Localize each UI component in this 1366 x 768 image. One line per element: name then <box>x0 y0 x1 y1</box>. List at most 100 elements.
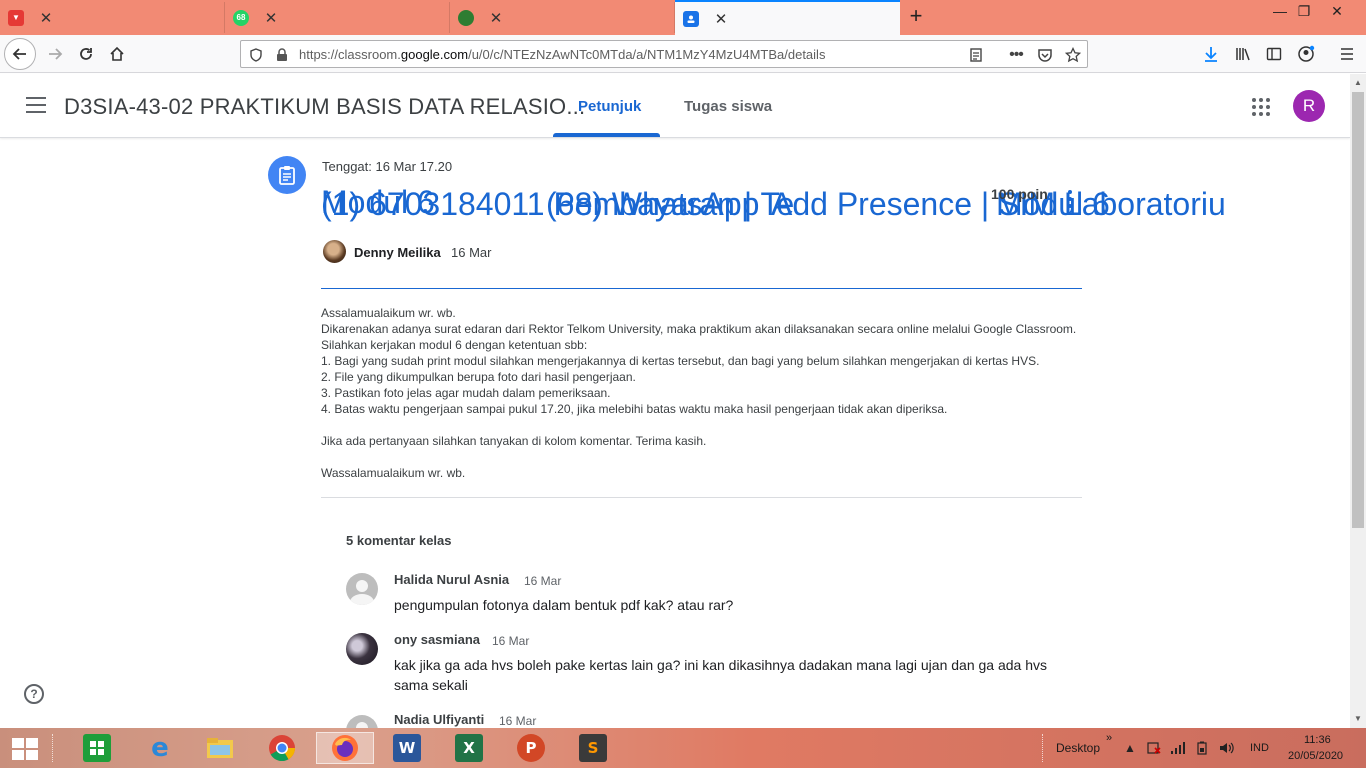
sublime-text-icon: S <box>579 734 607 762</box>
more-options-icon[interactable] <box>1064 190 1076 208</box>
restore-button[interactable]: ❐ <box>1289 0 1319 30</box>
library-icon <box>1236 48 1250 61</box>
title-divider <box>321 288 1082 289</box>
action-center-icon[interactable] <box>1146 741 1162 755</box>
word-button[interactable]: W <box>387 732 427 764</box>
class-name[interactable]: D3SIA-43-02 PRAKTIKUM BASIS DATA RELASIO… <box>64 94 585 120</box>
tab-petunjuk[interactable]: Petunjuk <box>578 98 641 115</box>
chrome-button[interactable] <box>262 732 302 764</box>
sidebar-icon <box>1266 47 1282 61</box>
clock-date[interactable]: 20/05/2020 <box>1288 750 1343 762</box>
powerpoint-button[interactable]: P <box>511 732 551 764</box>
author-avatar <box>323 240 346 263</box>
help-icon[interactable]: ? <box>24 684 44 704</box>
lock-icon[interactable] <box>273 46 291 64</box>
excel-icon: X <box>455 734 483 762</box>
body-line: Dikarenakan adanya surat edaran dari Rek… <box>321 322 1080 352</box>
downloads-button[interactable] <box>1196 40 1226 68</box>
tab-modul-6[interactable]: Modul 6 ✕ <box>675 0 1110 222</box>
commenter-avatar <box>346 573 378 605</box>
new-tab-button[interactable]: + <box>904 4 928 30</box>
tab-telkom-payment[interactable]: ▼ (1) 6703184011 Pembayaran | Te ✕ <box>0 2 794 222</box>
firefox-button[interactable] <box>316 732 374 764</box>
url-text: https://classroom.google.com/u/0/c/NTEzN… <box>299 47 826 62</box>
page-scrollbar[interactable]: ▲ ▼ <box>1350 74 1366 728</box>
internet-explorer-icon: e <box>151 733 169 763</box>
comment-date: 16 Mar <box>524 574 562 588</box>
sidebar-button[interactable] <box>1259 40 1289 68</box>
classroom-header: D3SIA-43-02 PRAKTIKUM BASIS DATA RELASIO… <box>0 74 1350 138</box>
chrome-icon <box>268 734 296 762</box>
excel-button[interactable]: X <box>449 732 489 764</box>
file-explorer-icon <box>206 734 234 762</box>
comment-date: 16 Mar <box>492 634 530 648</box>
desktop-toolbar[interactable]: Desktop <box>1056 741 1100 755</box>
comment-text: pengumpulan fotonya dalam bentuk pdf kak… <box>394 597 734 613</box>
user-avatar[interactable]: R <box>1293 90 1325 122</box>
menu-button[interactable] <box>1332 40 1362 68</box>
taskbar-grip <box>52 734 55 762</box>
volume-icon[interactable] <box>1218 741 1234 755</box>
classroom-icon <box>683 10 699 27</box>
scroll-up-arrow-icon[interactable]: ▲ <box>1354 78 1362 87</box>
class-comments-count[interactable]: 5 komentar kelas <box>346 533 452 548</box>
commenter-avatar <box>346 715 378 728</box>
author-name: Denny Meilika <box>354 245 441 260</box>
body-line: 1. Bagi yang sudah print modul silahkan … <box>321 354 1040 368</box>
toolbar-chevron-icon[interactable]: » <box>1106 732 1112 744</box>
word-icon: W <box>393 734 421 762</box>
main-menu-icon[interactable] <box>26 97 46 113</box>
reader-view-icon[interactable] <box>967 46 985 64</box>
show-hidden-icons[interactable]: ▲ <box>1122 741 1138 755</box>
whatsapp-icon: 68 <box>233 9 249 26</box>
account-button[interactable] <box>1291 40 1321 68</box>
close-tab-icon[interactable]: ✕ <box>38 9 54 27</box>
comment-date: 16 Mar <box>499 714 537 728</box>
sim-lab-icon <box>458 9 474 26</box>
scroll-down-arrow-icon[interactable]: ▼ <box>1354 714 1362 723</box>
network-signal-icon[interactable] <box>1170 741 1186 755</box>
close-tab-icon[interactable]: ✕ <box>488 9 504 27</box>
hamburger-menu-icon <box>1341 48 1353 60</box>
commenter-avatar <box>346 633 378 665</box>
back-button[interactable] <box>4 38 36 70</box>
sublime-text-button[interactable]: S <box>573 732 613 764</box>
clock-time[interactable]: 11:36 <box>1304 734 1331 746</box>
forward-arrow-icon <box>49 48 63 60</box>
taskbar-grip <box>1042 734 1045 762</box>
tab-whatsapp[interactable]: 68 (68) WhatsApp ✕ <box>225 2 759 222</box>
assignment-icon <box>268 156 306 194</box>
home-icon <box>110 46 124 61</box>
windows-taskbar: e W X P S Desktop » ▲ IND 11:36 20/05/20… <box>0 728 1366 768</box>
google-apps-icon[interactable] <box>1252 98 1270 116</box>
battery-icon[interactable] <box>1194 741 1210 755</box>
reload-button[interactable] <box>71 40 101 68</box>
address-bar[interactable]: https://classroom.google.com/u/0/c/NTEzN… <box>240 40 1088 68</box>
page-actions-icon[interactable]: ••• <box>1007 46 1025 64</box>
forward-button[interactable] <box>40 40 70 68</box>
shield-icon[interactable] <box>247 46 265 64</box>
windows-start-icon[interactable] <box>12 738 38 760</box>
tab-sim-lab[interactable]: Add Presence | SIM Laboratoriu ✕ <box>450 2 1226 222</box>
library-button[interactable] <box>1228 40 1258 68</box>
internet-explorer-button[interactable]: e <box>140 732 180 764</box>
file-explorer-button[interactable] <box>200 732 240 764</box>
download-icon <box>1205 47 1217 62</box>
input-language[interactable]: IND <box>1250 742 1269 754</box>
commenter-name: Nadia Ulfiyanti <box>394 713 485 727</box>
back-arrow-icon <box>12 48 26 60</box>
close-tab-icon[interactable]: ✕ <box>713 10 729 28</box>
bookmark-star-icon[interactable] <box>1064 46 1082 64</box>
scrollbar-thumb[interactable] <box>1352 92 1364 528</box>
pocket-icon[interactable] <box>1036 46 1054 64</box>
home-button[interactable] <box>102 40 132 68</box>
close-window-button[interactable]: ✕ <box>1322 0 1352 30</box>
close-tab-icon[interactable]: ✕ <box>263 9 279 27</box>
store-button[interactable] <box>77 732 117 764</box>
tab-label: (68) WhatsApp <box>546 186 760 222</box>
body-line: Wassalamualaikum wr. wb. <box>321 466 466 480</box>
body-line: 2. File yang dikumpulkan berupa foto dar… <box>321 370 636 384</box>
tab-tugas-siswa[interactable]: Tugas siswa <box>684 98 772 115</box>
body-blank-line <box>321 449 1091 465</box>
account-icon <box>1298 45 1315 62</box>
